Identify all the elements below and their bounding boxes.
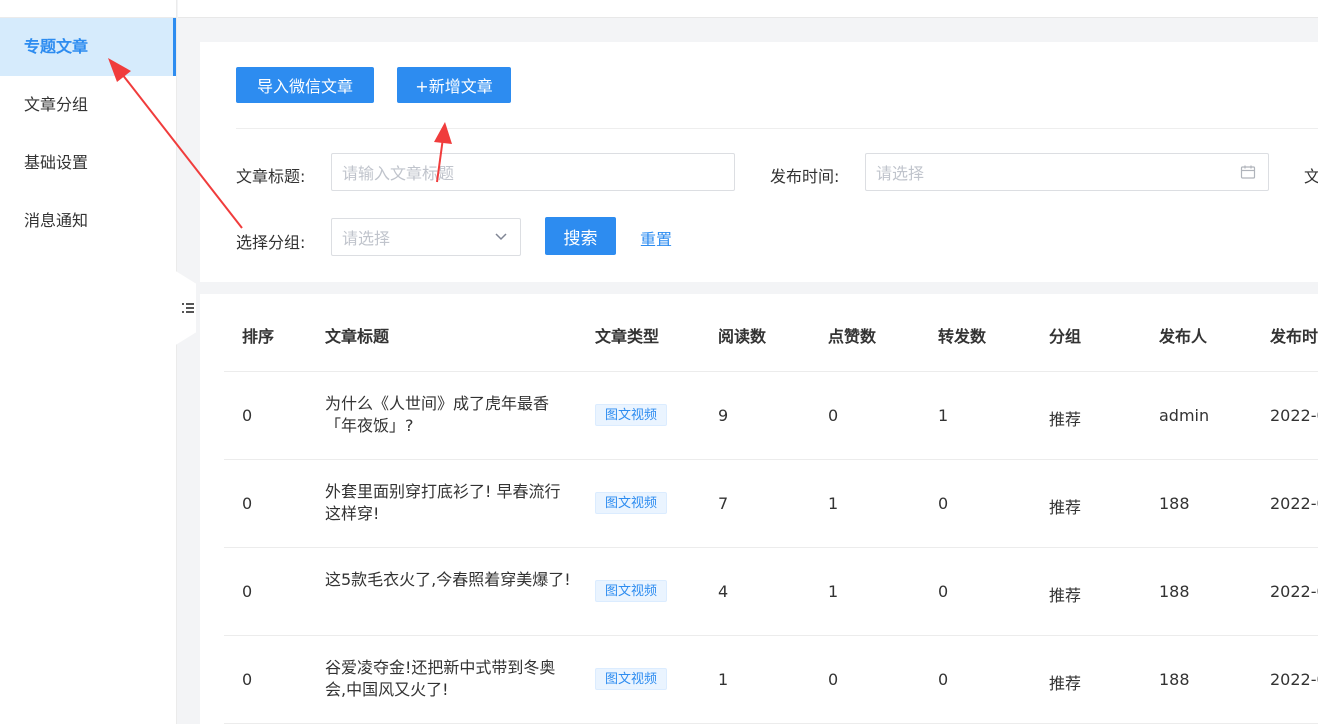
sidebar-collapse-toggle[interactable] [174, 270, 196, 346]
header-shares: 转发数 [938, 327, 987, 346]
header-reads: 阅读数 [718, 327, 767, 346]
cell-time: 2022-0 [1270, 582, 1318, 601]
calendar-icon [1240, 165, 1256, 179]
cell-shares: 0 [938, 670, 949, 689]
cell-order: 0 [242, 582, 253, 601]
type-tag: 图文视频 [595, 404, 668, 426]
table-row[interactable]: 0 谷爱凌夺金!还把新中式带到冬奥会,中国风又火了! 图文视频 1 0 0 推荐… [224, 636, 1318, 724]
filter-panel: 导入微信文章 +新增文章 文章标题: 请输入文章标题 发布时间: 请选择 文 选… [200, 42, 1318, 282]
cell-time: 2022-0 [1270, 494, 1318, 513]
table-header: 排序 文章标题 文章类型 阅读数 点赞数 转发数 分组 发布人 发布时 [224, 294, 1318, 372]
article-type-label-partial: 文 [1304, 167, 1318, 186]
header-title: 文章标题 [325, 327, 390, 346]
cell-group: 推荐 [1049, 586, 1082, 605]
header-time: 发布时 [1270, 327, 1318, 346]
cell-order: 0 [242, 494, 253, 513]
cell-reads: 9 [718, 406, 729, 425]
publish-time-placeholder: 请选择 [876, 164, 925, 183]
table-row[interactable]: 0 外套里面别穿打底衫了! 早春流行这样穿! 图文视频 7 1 0 推荐 188… [224, 460, 1318, 548]
cell-order: 0 [242, 670, 253, 689]
header-author: 发布人 [1159, 327, 1208, 346]
sidebar-item-basic-settings[interactable]: 基础设置 [0, 134, 176, 192]
sidebar-item-label: 专题文章 [24, 37, 89, 56]
cell-author: 188 [1159, 494, 1190, 513]
header-order: 排序 [242, 327, 275, 346]
cell-author: 188 [1159, 582, 1190, 601]
title-search-placeholder: 请输入文章标题 [342, 164, 455, 183]
cell-shares: 0 [938, 582, 949, 601]
cell-reads: 1 [718, 670, 729, 689]
sidebar-item-label: 消息通知 [24, 211, 89, 230]
cell-title: 外套里面别穿打底衫了! 早春流行这样穿! [325, 482, 561, 523]
cell-group: 推荐 [1049, 674, 1082, 693]
group-select-placeholder: 请选择 [342, 229, 391, 248]
cell-author: 188 [1159, 670, 1190, 689]
sidebar-item-label: 基础设置 [24, 153, 89, 172]
import-wechat-article-button[interactable]: 导入微信文章 [236, 67, 374, 103]
cell-shares: 0 [938, 494, 949, 513]
type-tag: 图文视频 [595, 492, 668, 514]
divider [236, 128, 1318, 129]
cell-title: 谷爱凌夺金!还把新中式带到冬奥会,中国风又火了! [325, 658, 556, 699]
table-row[interactable]: 0 这5款毛衣火了,今春照着穿美爆了! 图文视频 4 1 0 推荐 188 20… [224, 548, 1318, 636]
list-collapse-icon [182, 303, 194, 313]
sidebar-item-notifications[interactable]: 消息通知 [0, 192, 176, 250]
cell-likes: 0 [828, 670, 839, 689]
cell-order: 0 [242, 406, 253, 425]
header-likes: 点赞数 [828, 327, 877, 346]
header-group: 分组 [1049, 327, 1082, 346]
publish-time-picker[interactable]: 请选择 [865, 153, 1269, 191]
cell-group: 推荐 [1049, 498, 1082, 517]
sidebar-header [0, 0, 176, 18]
chevron-down-icon [495, 233, 507, 241]
table-row[interactable]: 0 为什么《人世间》成了虎年最香「年夜饭」? 图文视频 9 0 1 推荐 adm… [224, 372, 1318, 460]
group-select[interactable]: 请选择 [331, 218, 521, 256]
cell-reads: 7 [718, 494, 729, 513]
cell-likes: 1 [828, 494, 839, 513]
top-header [178, 0, 1318, 18]
cell-title: 为什么《人世间》成了虎年最香「年夜饭」? [325, 394, 550, 435]
cell-group: 推荐 [1049, 410, 1082, 429]
reset-link[interactable]: 重置 [640, 226, 672, 250]
article-table: 排序 文章标题 文章类型 阅读数 点赞数 转发数 分组 发布人 发布时 0 为什… [200, 294, 1318, 724]
publish-time-label: 发布时间: [770, 167, 840, 186]
cell-reads: 4 [718, 582, 729, 601]
cell-likes: 0 [828, 406, 839, 425]
type-tag: 图文视频 [595, 668, 668, 690]
cell-time: 2022-0 [1270, 406, 1318, 425]
title-filter-label: 文章标题: [236, 167, 306, 186]
search-button[interactable]: 搜索 [545, 217, 616, 255]
sidebar-item-article-groups[interactable]: 文章分组 [0, 76, 176, 134]
sidebar: 专题文章 文章分组 基础设置 消息通知 [0, 0, 177, 724]
cell-title: 这5款毛衣火了,今春照着穿美爆了! [325, 570, 571, 589]
sidebar-item-label: 文章分组 [24, 95, 89, 114]
group-filter-label: 选择分组: [236, 233, 306, 252]
cell-time: 2022-0 [1270, 670, 1318, 689]
sidebar-item-topic-articles[interactable]: 专题文章 [0, 18, 176, 76]
cell-shares: 1 [938, 406, 949, 425]
add-article-button[interactable]: +新增文章 [397, 67, 511, 103]
cell-likes: 1 [828, 582, 839, 601]
cell-author: admin [1159, 406, 1210, 425]
header-type: 文章类型 [595, 327, 660, 346]
title-search-input[interactable]: 请输入文章标题 [331, 153, 735, 191]
type-tag: 图文视频 [595, 580, 668, 602]
